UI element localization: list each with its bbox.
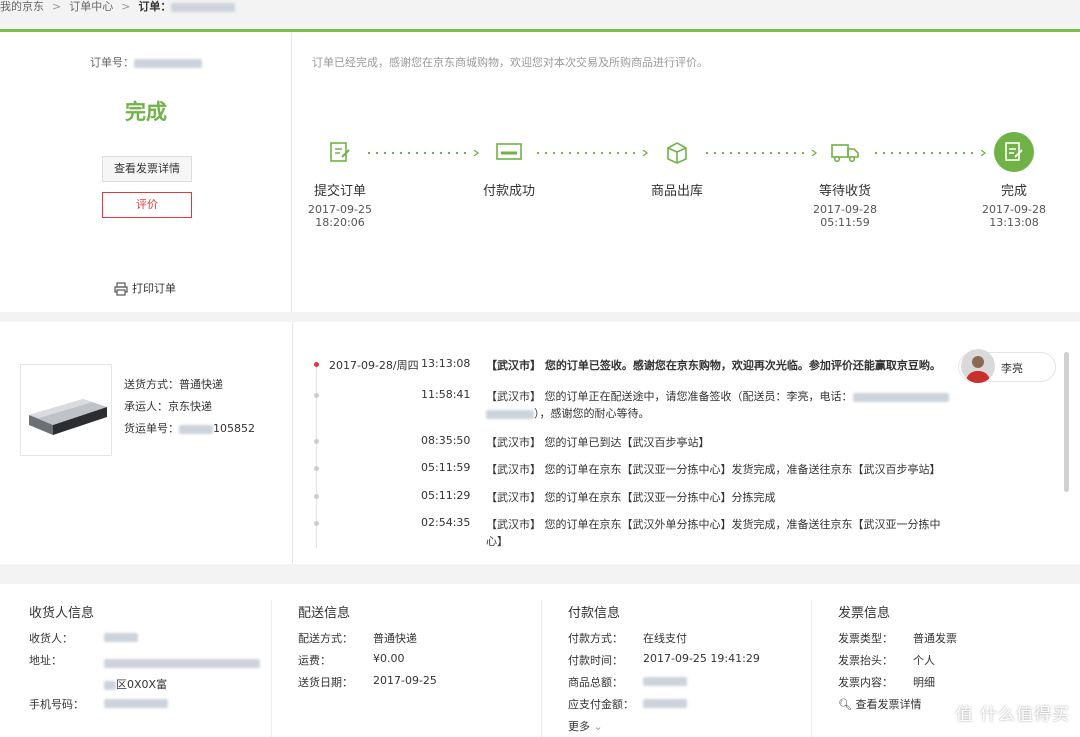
breadcrumb-home[interactable]: 我的京东	[0, 0, 44, 13]
order-summary: 订单号： 完成 查看发票详情 评价 打印订单	[0, 32, 292, 312]
timeline-dot	[314, 393, 319, 398]
watermark: 值 什么值得买	[955, 705, 1070, 725]
view-invoice-button[interactable]: 查看发票详情	[102, 156, 192, 182]
edit-document-icon	[320, 132, 360, 172]
step-goods-shipped: 商品出库	[622, 132, 732, 199]
order-notice: 订单已经完成，感谢您在京东商城购物，欢迎您对本次交易及所购商品进行评价。	[312, 56, 708, 69]
order-info-panel: 收货人信息 收货人： 地址： 区0X0X富 手机号码： 配送信息 配送方式： 普通快…	[0, 584, 1080, 737]
breadcrumb-current: 订单：	[138, 0, 172, 13]
carrier: 承运人：京东快递	[124, 400, 212, 413]
breadcrumb: 我的京东 > 订单中心 > 订单：	[0, 0, 236, 18]
review-button[interactable]: 评价	[102, 192, 192, 218]
package-icon	[657, 132, 697, 172]
shipment-info: 送货方式：普通快递 承运人：京东快递 货运单号： 105852	[124, 374, 255, 440]
timeline-dot	[314, 494, 319, 499]
step-submit-order: 提交订单 2017-09-25 18:20:06	[285, 132, 395, 229]
timeline-dot	[314, 439, 319, 444]
timeline-dot	[314, 466, 319, 471]
redacted-order-number	[171, 2, 236, 12]
credit-card-icon	[489, 132, 529, 172]
step-payment-success: 付款成功	[454, 132, 564, 199]
order-number: 订单号：	[0, 54, 292, 70]
chevron-right-icon: >	[52, 0, 62, 13]
courier-card[interactable]: 李亮	[958, 349, 1056, 383]
completed-check-icon	[994, 132, 1034, 172]
timeline-dot	[314, 521, 319, 526]
delivery-truck-icon	[825, 132, 865, 172]
print-order-link[interactable]: 打印订单	[114, 280, 176, 296]
order-status: 完成	[125, 100, 167, 124]
search-icon: 🔍︎	[838, 698, 852, 711]
shipment-panel: 送货方式：普通快递 承运人：京东快递 货运单号： 105852 2017-09-2…	[0, 322, 1080, 564]
tracking-scrollbar[interactable]	[1064, 352, 1069, 492]
divider	[811, 600, 812, 737]
more-payment-link[interactable]: 更多 ⌄	[568, 718, 808, 734]
avatar	[961, 349, 995, 383]
receiver-info: 收货人信息 收货人： 地址： 区0X0X富 手机号码：	[29, 602, 269, 718]
chevron-right-icon: >	[121, 0, 131, 13]
product-image[interactable]	[20, 364, 112, 456]
chevron-down-icon: ⌄	[593, 720, 603, 733]
tracking-timeline: 2017-09-28/周四 13:13:08 【武汉市】 您的订单已签收。感谢您…	[300, 348, 960, 548]
divider	[541, 600, 542, 737]
printer-icon	[114, 282, 128, 296]
breadcrumb-order-center[interactable]: 订单中心	[69, 0, 113, 13]
tracking-number: 货运单号： 105852	[124, 422, 255, 435]
divider	[271, 600, 272, 737]
step-awaiting-receipt: 等待收货 2017-09-28 05:11:59	[790, 132, 900, 229]
order-status-panel: 订单号： 完成 查看发票详情 评价 打印订单 订单已经完成，感谢您在京东商城购物…	[0, 29, 1080, 312]
timeline-dot	[314, 362, 319, 367]
delivery-method: 送货方式：普通快递	[124, 378, 223, 391]
ssd-product-icon	[29, 399, 107, 435]
payment-info: 付款信息 付款方式： 在线支付 付款时间： 2017-09-25 19:41:29 …	[568, 602, 808, 734]
divider	[292, 322, 293, 564]
delivery-info: 配送信息 配送方式： 普通快递 运费： ¥0.00 送货日期： 2017-09-25	[298, 606, 437, 689]
step-completed: 完成 2017-09-28 13:13:08	[959, 132, 1069, 229]
